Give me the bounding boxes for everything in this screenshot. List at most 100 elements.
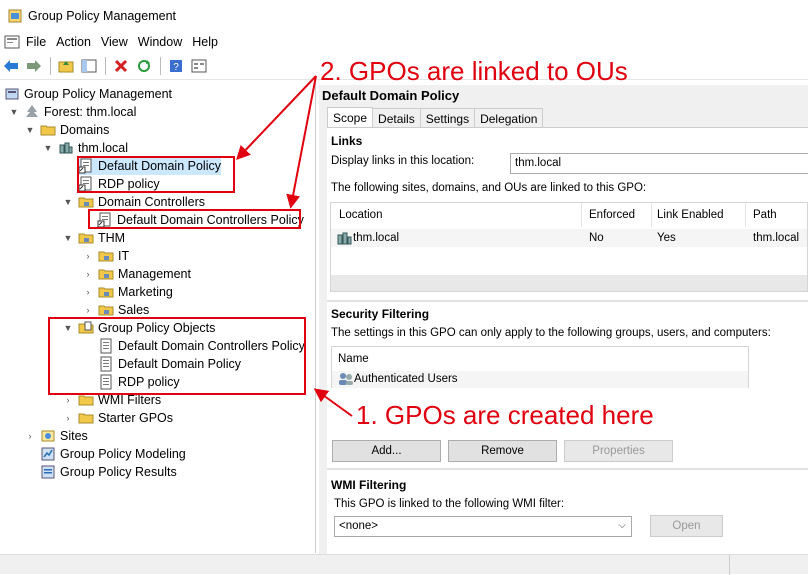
tab-settings[interactable]: Settings <box>419 108 476 127</box>
col-path[interactable]: Path <box>753 209 777 221</box>
tree-label: Sales <box>118 303 150 317</box>
toolbar-separator <box>50 57 51 75</box>
properties-button[interactable]: Properties <box>564 440 673 462</box>
annotation-linked-caption: 2. GPOs are linked to OUs <box>320 56 628 86</box>
tree-node-group-policy-modeling[interactable]: Group Policy Modeling <box>40 445 186 463</box>
tree-node-thm-ou[interactable]: ▼ THM <box>62 229 126 247</box>
tree-node-group-policy-results[interactable]: Group Policy Results <box>40 463 177 481</box>
menu-file[interactable]: File <box>26 35 56 49</box>
open-button[interactable]: Open <box>650 515 723 537</box>
add-button[interactable]: Add... <box>332 440 441 462</box>
folder-icon <box>40 122 56 138</box>
menu-view[interactable]: View <box>101 35 138 49</box>
back-icon[interactable] <box>0 55 22 77</box>
tab-details[interactable]: Details <box>372 108 421 127</box>
expand-arrow-icon[interactable]: › <box>62 412 74 424</box>
show-hide-tree-icon[interactable] <box>78 55 100 77</box>
tree-label: WMI Filters <box>98 393 162 407</box>
chevron-down-icon: ⌵ <box>618 520 626 531</box>
tree-node-marketing-ou[interactable]: › Marketing <box>82 283 173 301</box>
results-icon <box>40 464 56 480</box>
column-divider <box>745 203 746 227</box>
tab-strip: Scope Details Settings Delegation <box>327 107 544 129</box>
tree-label: THM <box>98 231 126 245</box>
tree-node-starter-gpos[interactable]: › Starter GPOs <box>62 409 174 427</box>
column-divider <box>581 203 582 227</box>
modeling-icon <box>40 446 56 462</box>
col-enforced[interactable]: Enforced <box>589 209 635 221</box>
ou-folder-icon <box>78 230 94 246</box>
domain-icon <box>337 231 353 245</box>
collapse-arrow-icon[interactable]: ▼ <box>62 232 74 244</box>
collapse-arrow-icon[interactable]: ▼ <box>42 142 54 154</box>
links-horizontal-scrollbar[interactable] <box>331 275 807 291</box>
display-links-label: Display links in this location: <box>331 155 475 167</box>
tree-node-domains[interactable]: ▼ Domains <box>24 121 110 139</box>
tab-scope[interactable]: Scope <box>327 107 374 128</box>
properties-view-icon[interactable] <box>188 55 210 77</box>
domain-icon <box>58 140 74 156</box>
document-icon[interactable] <box>4 35 20 49</box>
delete-icon[interactable] <box>110 55 132 77</box>
help-icon[interactable]: ? <box>165 55 187 77</box>
menu-help[interactable]: Help <box>192 35 228 49</box>
annotation-created-caption: 1. GPOs are created here <box>356 400 654 430</box>
tree-node-it-ou[interactable]: › IT <box>82 247 130 265</box>
expand-arrow-icon[interactable]: › <box>82 286 94 298</box>
col-link-enabled[interactable]: Link Enabled <box>657 209 724 221</box>
menu-action[interactable]: Action <box>56 35 101 49</box>
link-enforced: No <box>589 232 604 244</box>
remove-button[interactable]: Remove <box>448 440 557 462</box>
expand-arrow-icon[interactable]: › <box>82 250 94 262</box>
wmi-filtering-heading: WMI Filtering <box>331 478 407 492</box>
toolbar-separator <box>105 57 106 75</box>
collapse-arrow-icon[interactable]: ▼ <box>62 196 74 208</box>
gpm-app-icon <box>8 9 22 22</box>
tree-label: Group Policy Modeling <box>60 447 186 461</box>
toolbar-separator <box>160 57 161 75</box>
status-bar <box>0 554 808 575</box>
expand-arrow-icon[interactable]: › <box>82 304 94 316</box>
window-title: Group Policy Management <box>28 8 176 23</box>
col-location[interactable]: Location <box>339 209 382 221</box>
links-description: The following sites, domains, and OUs ar… <box>331 182 647 194</box>
tree-label: Starter GPOs <box>98 411 174 425</box>
tree-label: Group Policy Management <box>24 87 172 101</box>
collapse-arrow-icon[interactable]: ▼ <box>24 124 36 136</box>
tree-label: IT <box>118 249 130 263</box>
gpo-title: Default Domain Policy <box>322 88 460 103</box>
svg-text:?: ? <box>173 62 179 73</box>
table-row[interactable]: thm.local No Yes thm.local <box>331 229 807 247</box>
tree-node-root[interactable]: Group Policy Management <box>4 85 172 103</box>
tree-label: Domain Controllers <box>98 195 205 209</box>
wmi-filter-select[interactable]: <none> ⌵ <box>334 516 632 537</box>
tree-node-domain-thm-local[interactable]: ▼ thm.local <box>42 139 129 157</box>
col-name[interactable]: Name <box>338 353 369 365</box>
expand-arrow-icon[interactable]: › <box>24 430 36 442</box>
tree-label: Management <box>118 267 191 281</box>
security-filtering-grid: Name Authenticated Users <box>331 346 749 388</box>
up-folder-icon[interactable] <box>55 55 77 77</box>
menu-bar: File Action View Window Help <box>0 31 808 53</box>
expand-arrow-icon[interactable]: › <box>62 394 74 406</box>
tree-label: Sites <box>60 429 88 443</box>
menu-window[interactable]: Window <box>138 35 192 49</box>
tree-node-sites[interactable]: › Sites <box>24 427 88 445</box>
column-divider <box>651 203 652 227</box>
expand-arrow-icon[interactable]: › <box>82 268 94 280</box>
tree-label: thm.local <box>78 141 129 155</box>
collapse-arrow-icon[interactable]: ▼ <box>8 106 20 118</box>
tab-delegation[interactable]: Delegation <box>474 108 544 127</box>
table-row[interactable]: Authenticated Users <box>332 371 748 388</box>
ou-folder-icon <box>98 266 114 282</box>
sites-icon <box>40 428 56 444</box>
details-pane: Default Domain Policy Scope Details Sett… <box>319 85 808 555</box>
forward-icon[interactable] <box>23 55 45 77</box>
link-enabled: Yes <box>657 232 676 244</box>
tree-node-forest[interactable]: ▼ Forest: thm.local <box>8 103 136 121</box>
display-links-combo[interactable]: thm.local <box>510 153 808 174</box>
ou-folder-icon <box>98 284 114 300</box>
refresh-icon[interactable] <box>133 55 155 77</box>
tree-label: Domains <box>60 123 110 137</box>
tree-node-management-ou[interactable]: › Management <box>82 265 191 283</box>
